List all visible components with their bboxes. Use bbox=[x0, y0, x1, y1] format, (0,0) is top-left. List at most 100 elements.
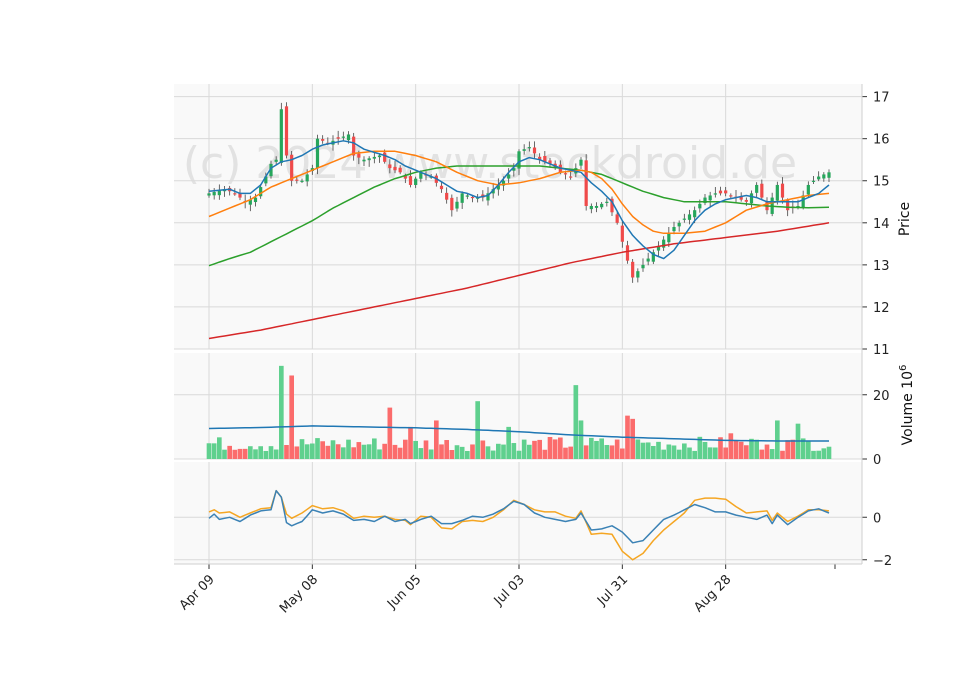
x-tick-label: Aug 28 bbox=[691, 572, 734, 615]
volume-bar bbox=[785, 440, 790, 459]
candle-body bbox=[698, 203, 702, 209]
price-y-tick-label: 14 bbox=[873, 217, 890, 232]
candle-body bbox=[817, 176, 821, 180]
volume-bar bbox=[547, 437, 553, 459]
volume-bar bbox=[790, 439, 796, 459]
volume-bar bbox=[248, 446, 253, 459]
candle-body bbox=[233, 193, 237, 195]
volume-bar bbox=[806, 441, 811, 459]
volume-bar bbox=[222, 449, 227, 459]
volume-bar bbox=[640, 442, 646, 459]
candle-body bbox=[408, 176, 413, 185]
volume-bar bbox=[563, 447, 568, 459]
volume-bar bbox=[299, 439, 305, 459]
candle-body bbox=[667, 233, 671, 243]
candle-body bbox=[300, 180, 304, 182]
volume-bar bbox=[661, 449, 666, 459]
candle-body bbox=[646, 258, 650, 262]
candle-body bbox=[744, 199, 748, 202]
volume-bar bbox=[676, 449, 682, 459]
volume-y-tick-label: 0 bbox=[873, 453, 881, 468]
volume-bar bbox=[707, 447, 713, 459]
volume-bar bbox=[702, 441, 708, 459]
volume-bar bbox=[630, 418, 635, 459]
candle-body bbox=[445, 192, 449, 200]
volume-y-tick-label: 20 bbox=[873, 389, 890, 404]
candle-body bbox=[631, 261, 635, 278]
price-axis-title: Price bbox=[897, 202, 913, 236]
volume-bar bbox=[516, 450, 522, 459]
volume-bar bbox=[733, 440, 739, 459]
volume-bar bbox=[568, 446, 573, 459]
volume-bar bbox=[651, 445, 656, 459]
candle-body bbox=[207, 193, 211, 196]
volume-scale-exponent: 6 bbox=[898, 365, 909, 371]
volume-bar bbox=[573, 385, 579, 459]
volume-bar bbox=[821, 448, 827, 459]
candle-body bbox=[594, 205, 599, 208]
volume-bar bbox=[382, 443, 387, 459]
volume-bar bbox=[242, 448, 248, 459]
volume-bar bbox=[465, 450, 470, 459]
price-panel-bg bbox=[174, 84, 862, 349]
candle-body bbox=[822, 174, 826, 179]
candle-body bbox=[780, 183, 785, 198]
volume-bar bbox=[527, 444, 532, 459]
volume-bar bbox=[335, 444, 341, 459]
volume-bar bbox=[769, 449, 775, 459]
volume-bar bbox=[780, 450, 785, 459]
volume-bar bbox=[713, 447, 718, 459]
volume-bar bbox=[594, 440, 599, 459]
volume-bar bbox=[738, 441, 744, 459]
x-tick-label: Apr 09 bbox=[177, 572, 218, 613]
candle-body bbox=[212, 191, 216, 196]
volume-bar bbox=[744, 445, 749, 459]
x-tick-label: May 08 bbox=[277, 572, 321, 616]
candle-body bbox=[367, 158, 371, 161]
volume-bar bbox=[604, 444, 610, 459]
volume-bar bbox=[423, 440, 429, 459]
volume-bar bbox=[232, 449, 238, 459]
candle-body bbox=[470, 196, 475, 199]
candle-body bbox=[377, 155, 382, 158]
volume-bar bbox=[599, 438, 604, 459]
candle-body bbox=[439, 185, 444, 190]
volume-bar bbox=[387, 407, 393, 459]
watermark: (c) 2024 www.stockdroid.de bbox=[183, 138, 797, 189]
volume-axis-title-text: Volume bbox=[900, 393, 916, 445]
candle-body bbox=[321, 139, 325, 141]
candle-body bbox=[253, 197, 258, 203]
volume-bar bbox=[284, 445, 289, 459]
candle-body bbox=[579, 159, 583, 166]
volume-bar bbox=[609, 445, 615, 459]
volume-bar bbox=[811, 450, 816, 459]
volume-scale-base: 10 bbox=[900, 371, 916, 389]
volume-bar bbox=[351, 447, 356, 459]
volume-bar bbox=[759, 449, 765, 459]
volume-bar bbox=[682, 443, 687, 459]
volume-bar bbox=[413, 440, 418, 459]
candle-body bbox=[641, 264, 645, 269]
candle-body bbox=[811, 180, 816, 182]
volume-bar bbox=[754, 439, 759, 459]
candle-body bbox=[806, 184, 810, 195]
volume-bar bbox=[211, 443, 217, 459]
price-y-tick-label: 12 bbox=[873, 301, 890, 316]
candle-body bbox=[393, 166, 397, 171]
volume-bar bbox=[816, 450, 821, 459]
volume-bar bbox=[217, 437, 222, 459]
candle-body bbox=[372, 156, 376, 159]
candle-body bbox=[827, 172, 831, 178]
candle-body bbox=[284, 106, 289, 156]
candle-body bbox=[677, 222, 681, 227]
volume-bar bbox=[723, 447, 728, 459]
volume-bar bbox=[258, 446, 263, 459]
volume-bar bbox=[496, 443, 501, 459]
candle-body bbox=[625, 245, 630, 261]
volume-bar bbox=[403, 439, 408, 459]
volume-bar bbox=[237, 448, 243, 459]
volume-bar bbox=[480, 440, 486, 459]
candle-body bbox=[775, 184, 779, 201]
candle-body bbox=[460, 193, 464, 203]
candle-body bbox=[749, 193, 754, 204]
